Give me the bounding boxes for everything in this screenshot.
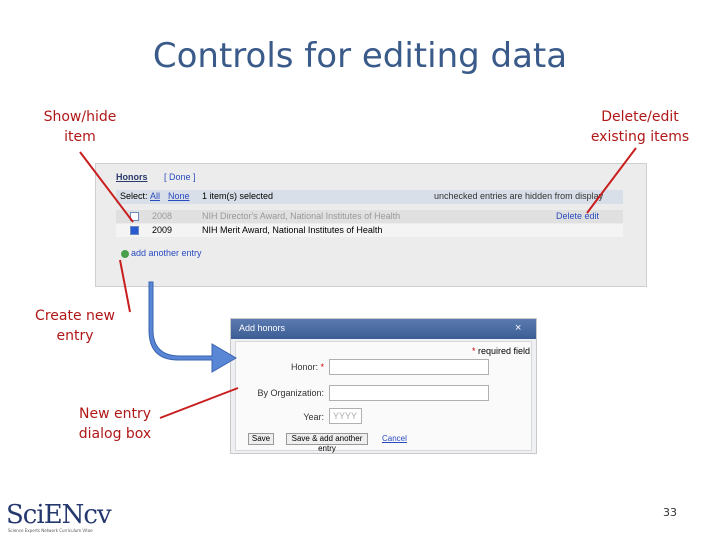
page-number: 33 <box>663 506 677 519</box>
pointer-line-new-dialog <box>159 387 239 419</box>
sciencv-logo: SciENcv <box>6 500 112 530</box>
annotation-overlay <box>79 147 637 419</box>
logo-subtitle: Science Experts Network Curriculum Vitae <box>8 528 93 533</box>
flow-arrow-icon <box>148 281 237 373</box>
pointer-line-create-new <box>119 259 131 313</box>
pointer-line-show-hide <box>79 151 134 223</box>
pointer-line-delete-edit <box>586 147 637 214</box>
